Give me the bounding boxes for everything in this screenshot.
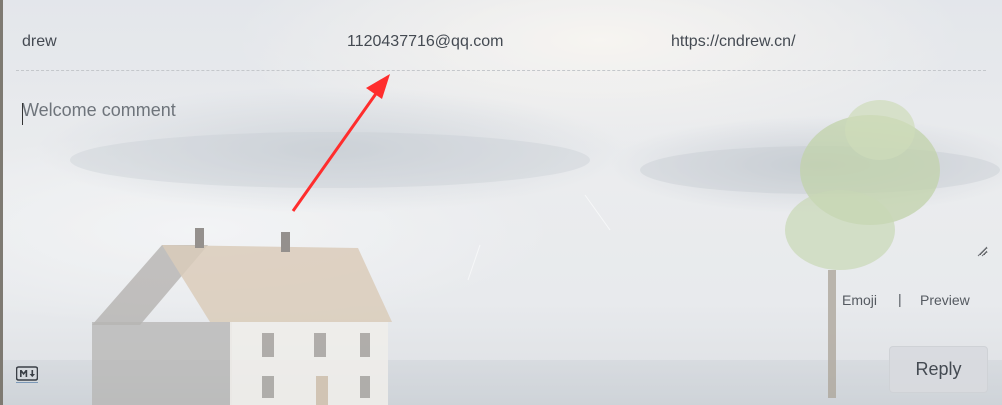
preview-toggle[interactable]: Preview	[920, 292, 970, 308]
reply-button[interactable]: Reply	[889, 346, 988, 393]
nickname-input[interactable]	[22, 30, 322, 54]
text-caret	[22, 103, 23, 125]
emoji-toggle[interactable]: Emoji	[842, 292, 877, 308]
left-edge-border	[0, 0, 3, 405]
comment-textarea[interactable]	[22, 100, 988, 256]
toolbar-separator: |	[898, 291, 902, 307]
comment-meta-row	[16, 0, 986, 71]
resize-handle-icon[interactable]	[977, 246, 988, 257]
markdown-icon[interactable]	[16, 364, 38, 384]
email-input[interactable]	[347, 30, 647, 54]
website-input[interactable]	[671, 30, 971, 54]
markdown-underline	[16, 382, 38, 383]
